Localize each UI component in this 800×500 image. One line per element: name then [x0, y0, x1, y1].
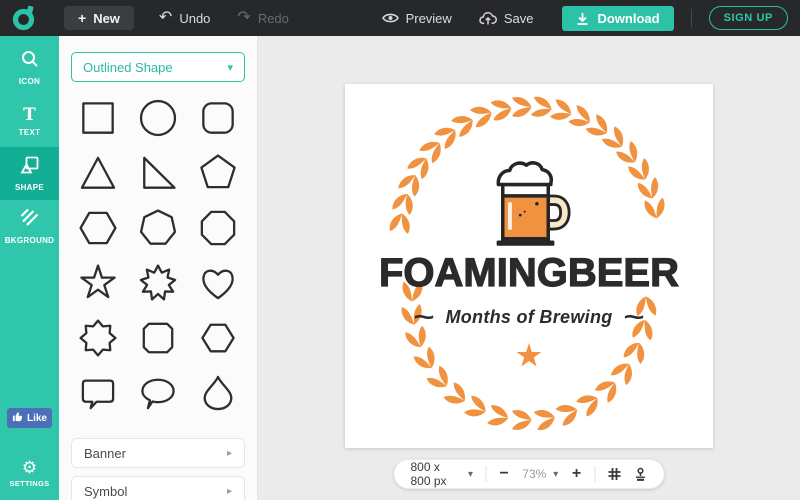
redo-button[interactable]: ↷ Redo [237, 10, 288, 26]
shape-right-triangle[interactable] [132, 150, 184, 196]
cloud-upload-icon [479, 11, 497, 25]
zoom-out-button[interactable]: − [498, 465, 510, 483]
sidebar-item-label: SHAPE [15, 183, 44, 192]
sidebar-item-shape[interactable]: SHAPE [0, 147, 59, 200]
shape-circle[interactable] [132, 95, 184, 141]
section-symbol-label: Symbol [84, 484, 127, 499]
shape-category-dropdown[interactable]: Outlined Shape ▾ [71, 52, 245, 82]
save-button[interactable]: Save [479, 11, 534, 26]
redo-label: Redo [258, 11, 289, 26]
undo-button[interactable]: ↶ Undo [159, 10, 210, 26]
sidebar-item-label: TEXT [19, 128, 41, 137]
shape-pentagon[interactable] [192, 150, 244, 196]
tilde-left-decor: ~ [414, 313, 435, 323]
shape-heptagon[interactable] [132, 205, 184, 251]
designevo-logo-icon[interactable] [11, 5, 37, 31]
chevron-right-icon: ▸ [227, 448, 232, 459]
canvas-size-value: 800 x 800 px [411, 460, 462, 488]
zoom-level-value: 73% [522, 467, 546, 481]
shape-eight-point-seal[interactable] [72, 315, 124, 361]
redo-icon: ↷ [237, 10, 250, 26]
shape-octagon[interactable] [192, 205, 244, 251]
shape-star[interactable] [72, 260, 124, 306]
search-icon [20, 49, 40, 74]
shape-speech-bubble-square[interactable] [72, 370, 124, 416]
shape-speech-bubble-oval[interactable] [132, 370, 184, 416]
topbar-divider [691, 9, 692, 27]
design-canvas[interactable]: FOAMINGBEER ~ Months of Brewing ~ [345, 84, 713, 448]
eye-icon [382, 12, 399, 24]
toolbar-divider [595, 466, 596, 482]
section-banner-label: Banner [84, 446, 126, 461]
shape-horizontal-hexagon[interactable] [192, 315, 244, 361]
download-icon [576, 12, 589, 25]
sidebar-item-text[interactable]: T TEXT [0, 94, 59, 147]
sidebar-item-label: ICON [19, 77, 40, 86]
undo-icon: ↶ [159, 10, 172, 26]
star-decor [517, 343, 542, 367]
shape-square[interactable] [72, 95, 124, 141]
facebook-like-button[interactable]: Like [7, 408, 52, 428]
new-button-label: New [93, 11, 120, 26]
shape-notched-square[interactable] [132, 315, 184, 361]
download-button[interactable]: Download [562, 6, 673, 31]
text-icon: T [23, 105, 36, 125]
shape-heart[interactable] [192, 260, 244, 306]
shape-rounded-square[interactable] [192, 95, 244, 141]
section-banner[interactable]: Banner ▸ [71, 438, 245, 468]
like-label: Like [27, 413, 47, 424]
chevron-down-icon: ▾ [227, 61, 233, 74]
plus-icon: + [78, 10, 86, 26]
shape-category-value: Outlined Shape [83, 60, 173, 75]
shape-triangle[interactable] [72, 150, 124, 196]
grid-toggle-icon[interactable] [608, 467, 622, 481]
shapes-icon [20, 155, 40, 180]
tilde-right-decor: ~ [623, 313, 644, 323]
beer-mug-graphic[interactable] [487, 160, 571, 256]
toolbar-divider [485, 466, 486, 482]
logo-tagline[interactable]: ~ Months of Brewing ~ [345, 307, 713, 328]
sidebar-item-label: BKGROUND [5, 236, 55, 245]
position-guide-icon[interactable] [634, 467, 648, 481]
settings-label: SETTINGS [10, 479, 50, 488]
shape-teardrop[interactable] [192, 370, 244, 416]
chevron-down-icon: ▾ [468, 469, 473, 480]
save-label: Save [504, 11, 534, 26]
signup-label: SIGN UP [724, 12, 773, 24]
signup-button[interactable]: SIGN UP [709, 6, 788, 30]
canvas-zoom-toolbar: 800 x 800 px ▾ − 73% ▾ + [394, 459, 665, 489]
logo-tagline-text: Months of Brewing [445, 307, 612, 328]
zoom-in-button[interactable]: + [570, 465, 582, 483]
section-symbol[interactable]: Symbol ▸ [71, 476, 245, 500]
preview-label: Preview [406, 11, 452, 26]
left-sidebar: ICON T TEXT SHAPE BKGROUND Like ⚙ [0, 36, 59, 500]
stripes-icon [20, 208, 40, 233]
shapes-grid [59, 95, 257, 416]
shape-hexagon[interactable] [72, 205, 124, 251]
settings-button[interactable]: ⚙ SETTINGS [0, 459, 59, 488]
shapes-panel: Outlined Shape ▾ Banner ▸ Symbol ▸ [59, 36, 258, 500]
logo-title-text[interactable]: FOAMINGBEER [345, 251, 713, 295]
zoom-level-selector[interactable]: 73% ▾ [522, 467, 558, 481]
new-button[interactable]: + New [64, 6, 134, 30]
sidebar-item-icon[interactable]: ICON [0, 41, 59, 94]
thumbs-up-icon [12, 411, 23, 425]
shape-nine-point-star[interactable] [132, 260, 184, 306]
top-toolbar: + New ↶ Undo ↷ Redo Preview Save [0, 0, 800, 36]
sidebar-item-bkground[interactable]: BKGROUND [0, 200, 59, 253]
canvas-size-selector[interactable]: 800 x 800 px ▾ [411, 460, 474, 488]
undo-label: Undo [179, 11, 210, 26]
chevron-down-icon: ▾ [553, 469, 558, 480]
download-label: Download [597, 11, 659, 26]
chevron-right-icon: ▸ [227, 486, 232, 497]
gear-icon: ⚙ [22, 459, 37, 477]
workspace: FOAMINGBEER ~ Months of Brewing ~ 800 x … [258, 36, 800, 500]
preview-button[interactable]: Preview [382, 11, 452, 26]
